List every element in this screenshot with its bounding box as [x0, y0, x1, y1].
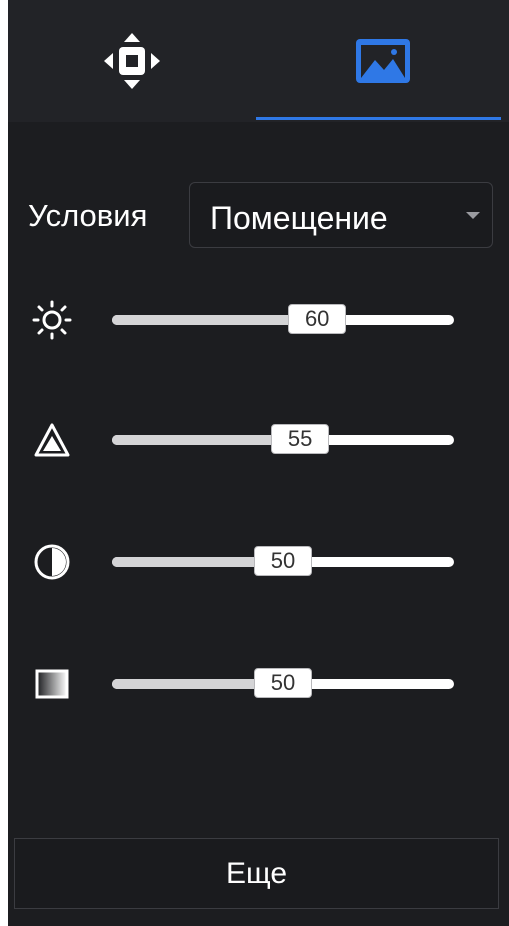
tab-bar — [8, 0, 509, 122]
conditions-label: Условия — [28, 198, 148, 233]
saturation-icon — [35, 669, 69, 699]
sharpness-slider-thumb[interactable]: 55 — [271, 424, 330, 454]
image-icon — [355, 39, 410, 83]
image-settings-panel: Условия Помещение 60 55 50 50 Еще — [8, 0, 509, 926]
conditions-dropdown[interactable]: Помещение — [189, 182, 493, 248]
sharpness-icon — [34, 423, 70, 457]
tab-ptz[interactable] — [8, 0, 256, 122]
sharpness-slider[interactable]: 55 — [112, 424, 454, 454]
tab-image[interactable] — [256, 0, 509, 122]
brightness-row: 60 — [8, 290, 509, 350]
contrast-slider-thumb[interactable]: 50 — [254, 546, 312, 576]
brightness-icon — [32, 300, 72, 340]
conditions-dropdown-value: Помещение — [210, 200, 388, 236]
brightness-slider-thumb[interactable]: 60 — [288, 304, 347, 334]
contrast-slider[interactable]: 50 — [112, 546, 454, 576]
ptz-direction-icon — [104, 33, 160, 89]
chevron-down-icon — [466, 212, 480, 219]
contrast-row: 50 — [8, 532, 509, 592]
conditions-row: Условия Помещение — [8, 182, 509, 250]
brightness-slider[interactable]: 60 — [112, 304, 454, 334]
active-tab-indicator — [256, 117, 501, 120]
brightness-slider-fill — [112, 315, 318, 325]
more-button[interactable]: Еще — [14, 838, 499, 909]
saturation-slider-thumb[interactable]: 50 — [254, 668, 312, 698]
saturation-row: 50 — [8, 654, 509, 714]
sharpness-row: 55 — [8, 410, 509, 470]
saturation-slider[interactable]: 50 — [112, 668, 454, 698]
contrast-icon — [34, 544, 70, 580]
